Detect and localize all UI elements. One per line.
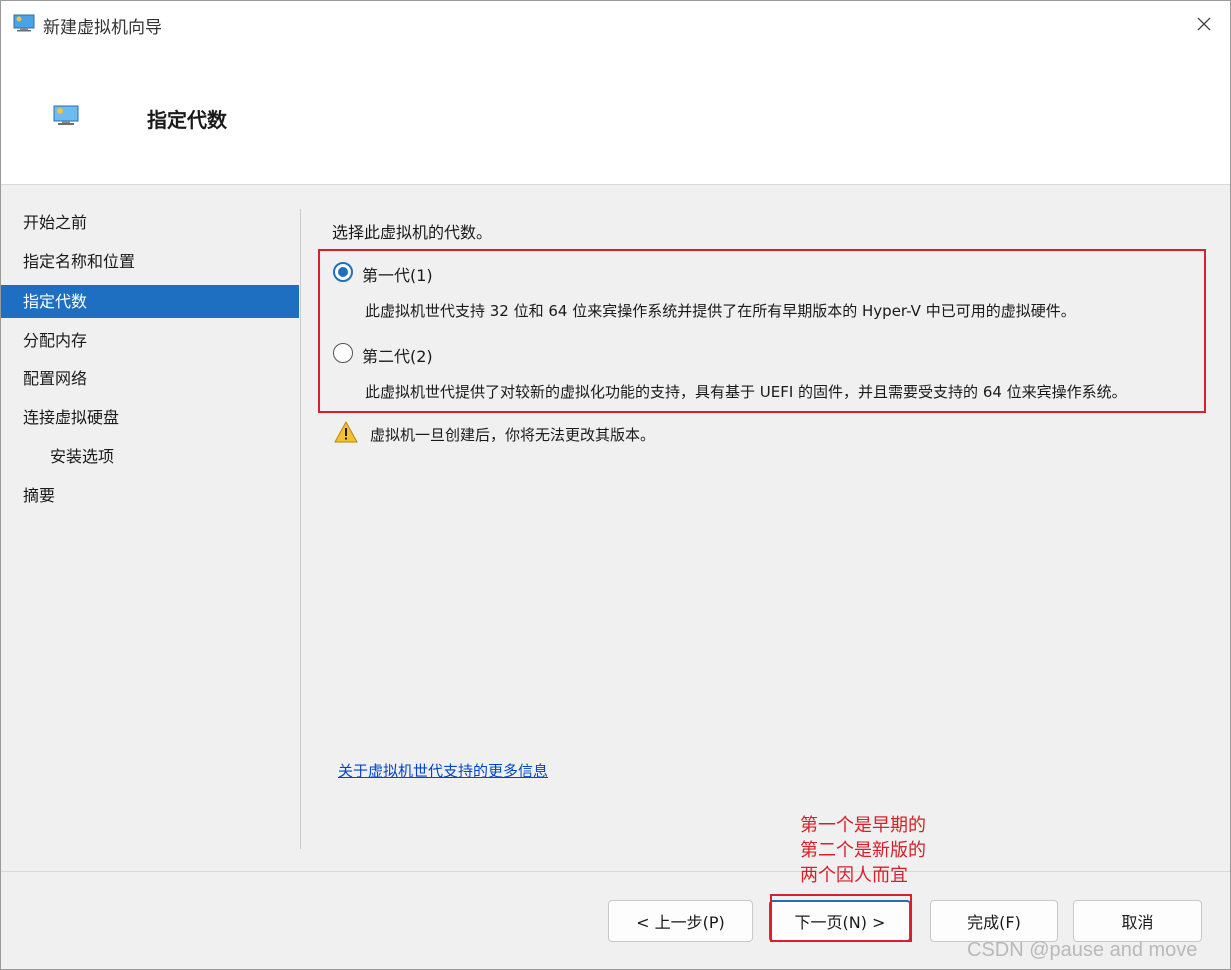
gen1-label[interactable]: 第一代(1) — [362, 262, 433, 286]
previous-button[interactable]: < 上一步(P) — [608, 900, 753, 942]
annotation-line: 第一个是早期的 — [800, 815, 926, 836]
warning-text: 虚拟机一旦创建后，你将无法更改其版本。 — [370, 426, 656, 444]
page-title: 指定代数 — [147, 108, 227, 132]
footer-divider — [1, 871, 1230, 872]
close-button[interactable] — [1178, 1, 1230, 47]
cancel-button[interactable]: 取消 — [1073, 900, 1202, 942]
step-before-you-begin[interactable]: 开始之前 — [1, 206, 299, 239]
step-summary[interactable]: 摘要 — [1, 479, 299, 512]
step-memory[interactable]: 分配内存 — [1, 324, 299, 357]
annotation-note: 第一个是早期的 第二个是新版的 两个因人而宜 — [800, 813, 926, 888]
title-bar: 新建虚拟机向导 — [1, 1, 1230, 47]
next-button[interactable]: 下一页(N) > — [769, 900, 911, 942]
step-generation[interactable]: 指定代数 — [1, 285, 299, 318]
annotation-line: 两个因人而宜 — [800, 865, 908, 886]
wizard-window: 新建虚拟机向导 指定代数 开始之前 指定名称和位置 指定代数 分配内存 配置网络… — [0, 0, 1231, 970]
gen2-radio[interactable] — [333, 343, 353, 363]
window-title: 新建虚拟机向导 — [43, 18, 162, 38]
wizard-steps: 开始之前 指定名称和位置 指定代数 分配内存 配置网络 连接虚拟硬盘 安装选项 … — [1, 185, 301, 849]
step-name-location[interactable]: 指定名称和位置 — [1, 245, 299, 278]
intro-text: 选择此虚拟机的代数。 — [332, 223, 493, 242]
close-icon — [1197, 17, 1211, 31]
hyperv-monitor-icon — [13, 14, 35, 32]
gen1-radio[interactable] — [333, 262, 353, 282]
gen2-label[interactable]: 第二代(2) — [362, 343, 433, 367]
hyperv-monitor-icon — [53, 105, 79, 125]
gen1-description: 此虚拟机世代支持 32 位和 64 位来宾操作系统并提供了在所有早期版本的 Hy… — [365, 302, 1076, 320]
page-header: 指定代数 — [1, 47, 1230, 185]
step-networking[interactable]: 配置网络 — [1, 362, 299, 395]
watermark: CSDN @pause and move — [967, 939, 1198, 961]
step-install-options[interactable]: 安装选项 — [1, 440, 299, 473]
finish-button[interactable]: 完成(F) — [930, 900, 1058, 942]
annotation-line: 第二个是新版的 — [800, 840, 926, 861]
main-panel: 选择此虚拟机的代数。 第一代(1) 此虚拟机世代支持 32 位和 64 位来宾操… — [301, 185, 1230, 849]
step-virtual-disk[interactable]: 连接虚拟硬盘 — [1, 401, 299, 434]
gen2-description: 此虚拟机世代提供了对较新的虚拟化功能的支持，具有基于 UEFI 的固件，并且需要… — [365, 383, 1127, 401]
more-info-link[interactable]: 关于虚拟机世代支持的更多信息 — [338, 760, 548, 781]
warning-icon — [334, 421, 358, 443]
